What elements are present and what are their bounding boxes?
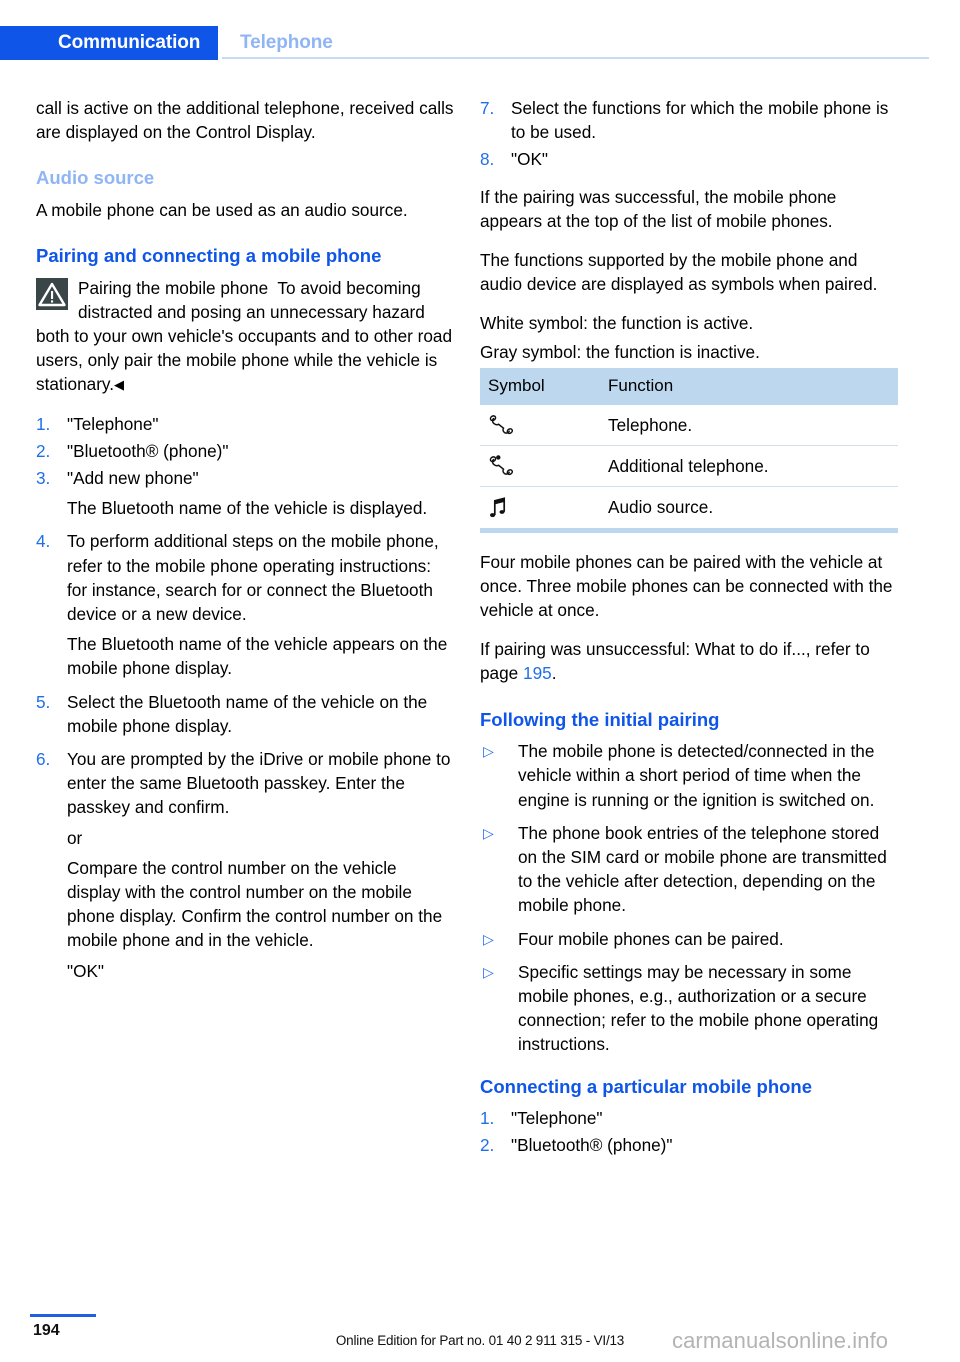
list-item: 7. Select the functions for which the mo…	[480, 96, 898, 144]
pairing-steps-list: 1. "Telephone" 2. "Bluetooth® (phone)" 3…	[36, 412, 454, 983]
table-cell-function: Additional telephone.	[600, 445, 898, 488]
step-number: 1.	[36, 413, 51, 434]
connecting-steps-list: 1. "Telephone" 2. "Bluetooth® (phone)"	[480, 1106, 898, 1157]
heading-pairing-and-connecting: Pairing and connecting a mobile phone	[36, 245, 382, 267]
audio-source-paragraph: A mobile phone can be used as an audio s…	[36, 199, 408, 220]
step-number: 2.	[36, 440, 51, 461]
table-row: Additional telephone.	[480, 445, 898, 488]
pairing-success-paragraph: If the pairing was successful, the mobil…	[480, 186, 837, 231]
additional-telephone-handset-icon	[480, 445, 600, 488]
left-text-column: call is active on the additional telepho…	[36, 96, 454, 983]
white-symbol-paragraph: White symbol: the function is active.	[480, 313, 754, 334]
column-header-symbol: Symbol	[480, 367, 600, 406]
telephone-handset-icon	[480, 405, 600, 447]
warning-text: Pairing the mobile phone To avoid becomi…	[36, 276, 454, 398]
list-item: ▷ The mobile phone is detected/connected…	[480, 739, 898, 812]
step-subtext-or: or	[67, 827, 83, 848]
step-number: 3.	[36, 468, 51, 489]
step-text: "Bluetooth® (phone)"	[511, 1135, 673, 1156]
step-text: "OK"	[511, 149, 549, 170]
column-header-function: Function	[600, 367, 898, 406]
list-item: 8. "OK"	[480, 147, 898, 171]
list-item: 1. "Telephone"	[480, 1106, 898, 1130]
list-item: 3. "Add new phone" The Bluetooth name of…	[36, 466, 454, 520]
step-subtext: The Bluetooth name of the vehicle appear…	[67, 634, 448, 679]
step-text: To perform additional steps on the mobil…	[67, 531, 439, 625]
list-item: 2. "Bluetooth® (phone)"	[36, 439, 454, 463]
list-item: ▷ Specific settings may be necessary in …	[480, 960, 898, 1057]
step-subtext-ok: "OK"	[67, 960, 105, 981]
list-item: 6. You are prompted by the iDrive or mob…	[36, 747, 454, 983]
bullet-text: The phone book entries of the telephone …	[518, 822, 887, 916]
pairing-steps-continued-list: 7. Select the functions for which the mo…	[480, 96, 898, 172]
warning-title: Pairing the mobile phone	[78, 277, 269, 298]
table-row: Audio source.	[480, 486, 898, 533]
list-item: 1. "Telephone"	[36, 412, 454, 436]
following-pairing-bullet-list: ▷ The mobile phone is detected/connected…	[480, 739, 898, 1056]
step-text: You are prompted by the iDrive or mobile…	[67, 749, 451, 818]
bullet-text: The mobile phone is detected/connected i…	[518, 741, 875, 810]
symbol-function-table: Symbol Function Telephone. Additional te…	[480, 367, 898, 533]
supported-functions-paragraph: The functions supported by the mobile ph…	[480, 250, 878, 295]
triangle-bullet-icon: ▷	[483, 824, 494, 841]
step-text: "Add new phone"	[67, 468, 199, 489]
heading-following-initial-pairing: Following the initial pairing	[480, 708, 720, 730]
step-number: 8.	[480, 149, 495, 170]
step-number: 2.	[480, 1135, 495, 1156]
table-cell-function: Audio source.	[600, 486, 898, 533]
step-text: "Telephone"	[511, 1108, 603, 1129]
step-text: "Telephone"	[67, 413, 159, 434]
step-number: 5.	[36, 691, 51, 712]
list-item: ▷ The phone book entries of the telephon…	[480, 821, 898, 918]
table-cell-function: Telephone.	[600, 405, 898, 447]
warning-notice: Pairing the mobile phone To avoid becomi…	[36, 276, 454, 398]
table-header-row: Symbol Function	[480, 367, 898, 406]
step-number: 6.	[36, 749, 51, 770]
step-number: 1.	[480, 1108, 495, 1129]
step-number: 4.	[36, 531, 51, 552]
watermark: carmanualsonline.info	[672, 1328, 889, 1353]
page-header: Communication Telephone	[0, 26, 960, 60]
heading-connecting-particular-phone: Connecting a particular mobile phone	[480, 1075, 813, 1097]
list-item: ▷ Four mobile phones can be paired.	[480, 927, 898, 951]
triangle-bullet-icon: ▷	[483, 963, 494, 980]
unsuccessful-pairing-period: .	[551, 663, 557, 684]
header-divider	[222, 57, 929, 59]
bullet-text: Specific settings may be necessary in so…	[518, 961, 879, 1055]
unsuccessful-pairing-paragraph: If pairing was unsuccessful: What to do …	[480, 637, 898, 685]
step-subtext-compare: Compare the control number on the vehicl…	[67, 857, 443, 951]
gray-symbol-paragraph: Gray symbol: the function is inactive.	[480, 341, 760, 362]
warning-triangle-icon	[36, 277, 68, 310]
step-text: "Bluetooth® (phone)"	[67, 440, 229, 461]
footer-divider	[30, 1314, 96, 1317]
bullet-text: Four mobile phones can be paired.	[518, 928, 784, 949]
pairing-capacity-text: Four mobile phones can be paired with th…	[480, 551, 893, 621]
step-text: Select the functions for which the mobil…	[511, 98, 889, 143]
breadcrumb-section-telephone[interactable]: Telephone	[240, 26, 333, 60]
music-note-icon	[480, 486, 600, 533]
breadcrumb-section-communication[interactable]: Communication	[0, 26, 219, 60]
list-item: 2. "Bluetooth® (phone)"	[480, 1133, 898, 1157]
list-item: 4. To perform additional steps on the mo…	[36, 529, 454, 680]
pairing-capacity-paragraph: Four mobile phones can be paired with th…	[480, 550, 898, 623]
warning-end-mark: ◀	[114, 377, 125, 393]
list-item: 5. Select the Bluetooth name of the vehi…	[36, 690, 454, 738]
triangle-bullet-icon: ▷	[483, 743, 494, 760]
table-row: Telephone.	[480, 405, 898, 447]
right-text-column: 7. Select the functions for which the mo…	[480, 96, 898, 1158]
page-reference-link[interactable]: 195	[523, 663, 552, 683]
step-subtext: The Bluetooth name of the vehicle is dis…	[67, 498, 428, 519]
intro-paragraph: call is active on the additional telepho…	[36, 98, 454, 143]
triangle-bullet-icon: ▷	[483, 930, 494, 947]
step-text: Select the Bluetooth name of the vehicle…	[67, 691, 428, 736]
heading-audio-source: Audio source	[36, 167, 155, 189]
step-number: 7.	[480, 98, 495, 118]
